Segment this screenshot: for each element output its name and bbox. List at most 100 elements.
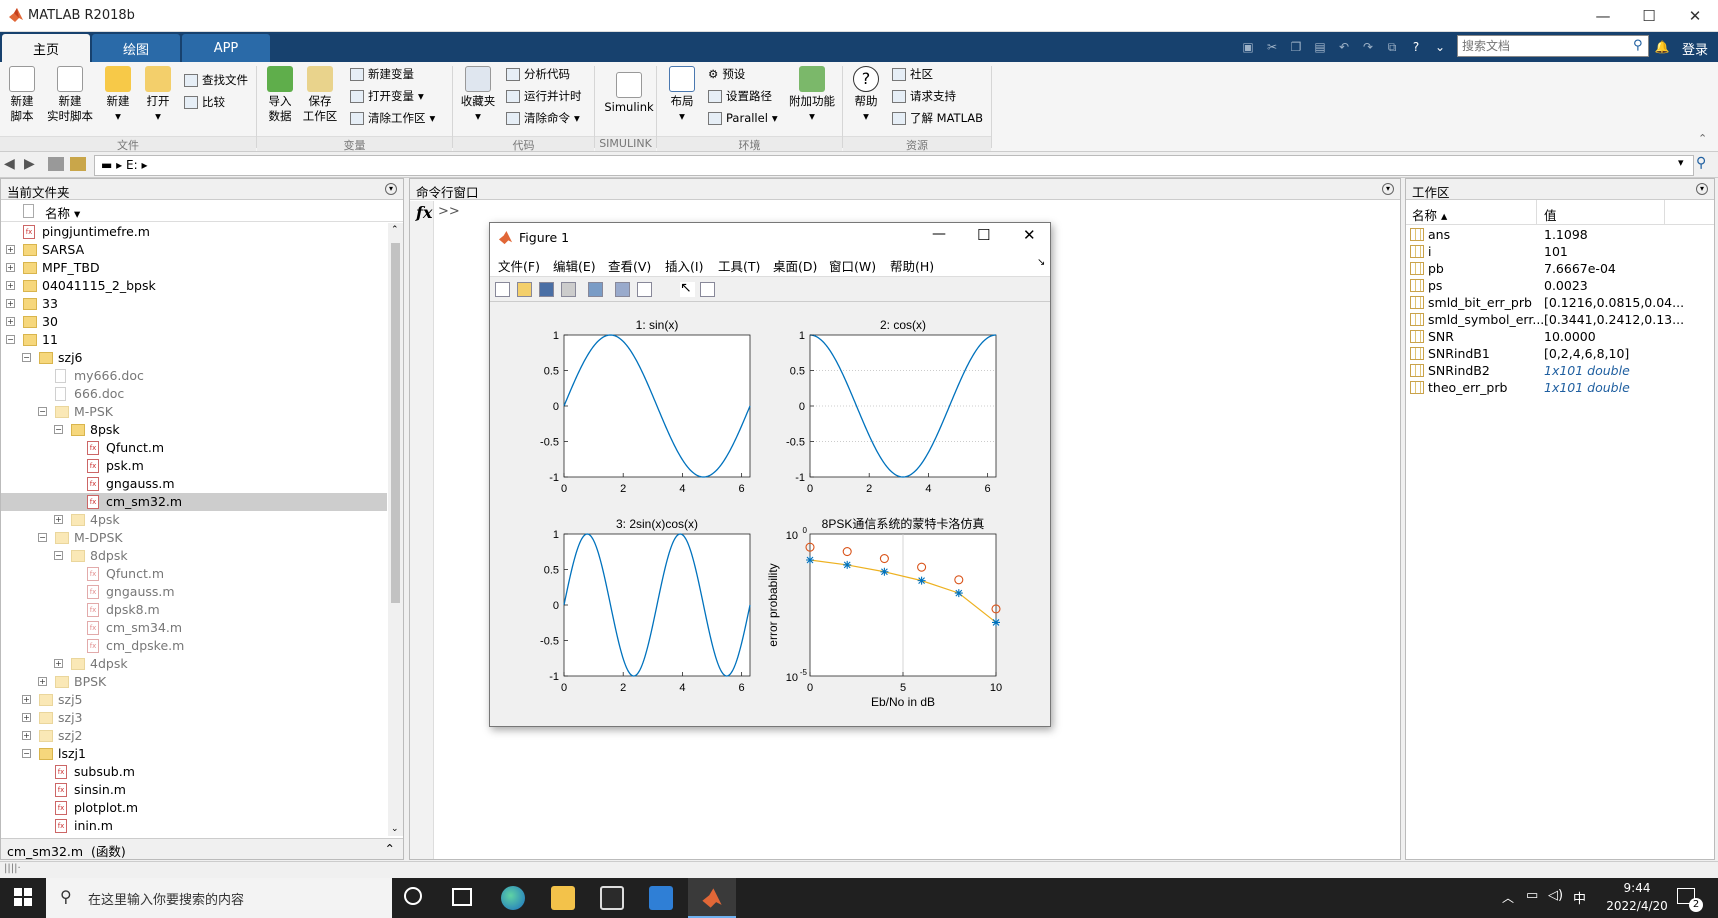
notification-bell-icon[interactable]: 🔔: [1652, 38, 1672, 56]
file-item[interactable]: my666.doc: [1, 367, 387, 385]
panel-menu-icon[interactable]: ▾: [1382, 183, 1394, 195]
more-quick-icon[interactable]: ⌄: [1430, 38, 1450, 56]
current-folder-path[interactable]: ▬ ▸ E: ▸: [94, 155, 1694, 176]
menu-insert[interactable]: 插入(I): [665, 256, 703, 275]
folder-item[interactable]: − szj6: [1, 349, 387, 367]
collapse-icon[interactable]: −: [38, 407, 47, 416]
folder-item[interactable]: +33: [1, 295, 387, 313]
ws-value-column[interactable]: 值: [1544, 205, 1557, 224]
workspace-variable-row[interactable]: SNRindB2 1x101 double: [1410, 362, 1710, 379]
save-workspace-button[interactable]: 保存 工作区: [298, 66, 342, 124]
mail-icon[interactable]: [649, 886, 673, 910]
file-item[interactable]: 666.doc: [1, 385, 387, 403]
community-button[interactable]: 社区: [892, 64, 933, 84]
menu-desktop[interactable]: 桌面(D): [773, 256, 817, 275]
new-figure-icon[interactable]: [495, 282, 510, 297]
edge-browser-icon[interactable]: [501, 886, 525, 910]
expand-icon[interactable]: +: [6, 245, 15, 254]
preferences-button[interactable]: ⚙ 预设: [708, 64, 745, 84]
workspace-variable-row[interactable]: SNR 10.0000: [1410, 328, 1710, 345]
path-dropdown-icon[interactable]: ▾: [1678, 156, 1684, 169]
file-explorer-icon[interactable]: [551, 886, 575, 910]
folder-item[interactable]: + szj5: [1, 691, 387, 709]
help-quick-icon[interactable]: ?: [1406, 38, 1426, 56]
favorites-button[interactable]: 收藏夹 ▾: [454, 66, 502, 124]
file-item[interactable]: fx Qfunct.m: [1, 439, 387, 457]
link-plot-icon[interactable]: [588, 282, 603, 297]
expand-details-icon[interactable]: ⌃: [385, 841, 395, 856]
run-and-time-button[interactable]: 运行并计时: [506, 86, 582, 106]
collapse-ribbon-icon[interactable]: ⌃: [1698, 132, 1707, 145]
file-item[interactable]: fx dpsk8.m: [1, 601, 387, 619]
volume-icon[interactable]: ◁): [1548, 888, 1563, 903]
request-support-button[interactable]: 请求支持: [892, 86, 956, 106]
taskbar-search-box[interactable]: ⚲ 在这里输入你要搜索的内容: [46, 878, 392, 918]
collapse-icon[interactable]: −: [22, 353, 31, 362]
cortana-icon[interactable]: [404, 887, 422, 905]
simulink-button[interactable]: Simulink: [600, 66, 658, 115]
folder-item[interactable]: + SARSA: [1, 241, 387, 259]
new-button[interactable]: 新建 ▾: [96, 66, 140, 124]
panel-menu-icon[interactable]: ▾: [1696, 183, 1708, 195]
tab-home[interactable]: 主页: [2, 34, 90, 62]
find-files-button[interactable]: 查找文件: [184, 70, 248, 90]
scroll-down-icon[interactable]: ⌄: [391, 824, 399, 834]
up-folder-icon[interactable]: [48, 157, 64, 171]
expand-icon[interactable]: +: [6, 317, 15, 326]
file-item[interactable]: fx Qfunct.m: [1, 565, 387, 583]
task-view-icon[interactable]: [452, 888, 472, 906]
file-item[interactable]: fx cm_dpske.m: [1, 637, 387, 655]
maximize-button[interactable]: ☐: [1626, 0, 1672, 32]
forward-arrow-icon[interactable]: ▶: [24, 156, 35, 172]
expand-icon[interactable]: +: [6, 263, 15, 272]
paste-quick-icon[interactable]: ▤: [1310, 38, 1330, 56]
property-editor-icon[interactable]: [700, 282, 715, 297]
edit-plot-arrow-icon[interactable]: ↖: [680, 281, 695, 297]
save-quick-icon[interactable]: ▣: [1238, 38, 1258, 56]
workspace-variable-row[interactable]: ps 0.0023: [1410, 277, 1710, 294]
expand-icon[interactable]: +: [6, 281, 15, 290]
folder-item[interactable]: + BPSK: [1, 673, 387, 691]
clear-commands-button[interactable]: 清除命令 ▾: [506, 108, 580, 128]
expand-icon[interactable]: +: [22, 731, 31, 740]
collapse-icon[interactable]: −: [6, 335, 15, 344]
folder-item[interactable]: +4psk: [1, 511, 387, 529]
file-item[interactable]: fx cm_sm32.m: [1, 493, 387, 511]
folder-item[interactable]: − lszj1: [1, 745, 387, 763]
collapse-icon[interactable]: −: [38, 533, 47, 542]
folder-item[interactable]: − M-PSK: [1, 403, 387, 421]
search-folder-icon[interactable]: ⚲: [1696, 155, 1706, 171]
open-button[interactable]: 打开 ▾: [136, 66, 180, 124]
switch-windows-icon[interactable]: ⧉: [1382, 38, 1402, 56]
ws-name-column[interactable]: 名称 ▴: [1412, 205, 1447, 224]
menu-help[interactable]: 帮助(H): [890, 256, 934, 275]
clear-workspace-button[interactable]: 清除工作区 ▾: [350, 108, 435, 128]
expand-icon[interactable]: +: [22, 713, 31, 722]
set-path-button[interactable]: 设置路径: [708, 86, 772, 106]
cut-quick-icon[interactable]: ✂: [1262, 38, 1282, 56]
search-icon[interactable]: ⚲: [1633, 38, 1643, 53]
tab-apps[interactable]: APP: [182, 34, 270, 62]
help-button[interactable]: ? 帮助 ▾: [844, 66, 888, 124]
close-button[interactable]: ✕: [1672, 0, 1718, 32]
scroll-up-icon[interactable]: ⌃: [391, 225, 399, 235]
file-item[interactable]: fx gngauss.m: [1, 583, 387, 601]
menu-edit[interactable]: 编辑(E): [553, 256, 596, 275]
folder-item[interactable]: − 11: [1, 331, 387, 349]
workspace-variable-row[interactable]: theo_err_prb 1x101 double: [1410, 379, 1710, 396]
name-column-header[interactable]: 名称 ▾: [45, 203, 80, 222]
add-ons-button[interactable]: 附加功能 ▾: [786, 66, 838, 124]
store-icon[interactable]: [600, 886, 624, 910]
layout-button[interactable]: 布局 ▾: [660, 66, 704, 124]
new-live-script-button[interactable]: 新建 实时脚本: [46, 66, 94, 124]
folder-item[interactable]: +4dpsk: [1, 655, 387, 673]
clock-time[interactable]: 9:44: [1607, 881, 1667, 895]
file-item[interactable]: fx inin.m: [1, 817, 387, 835]
save-figure-icon[interactable]: [539, 282, 554, 297]
folder-item[interactable]: + szj3: [1, 709, 387, 727]
menu-tools[interactable]: 工具(T): [718, 256, 760, 275]
menu-file[interactable]: 文件(F): [498, 256, 540, 275]
figure-minimize-button[interactable]: —: [932, 226, 946, 242]
dock-figure-icon[interactable]: ↘: [1037, 257, 1045, 268]
workspace-variable-row[interactable]: smld_bit_err_prb [0.1216,0.0815,0.04...: [1410, 294, 1710, 311]
